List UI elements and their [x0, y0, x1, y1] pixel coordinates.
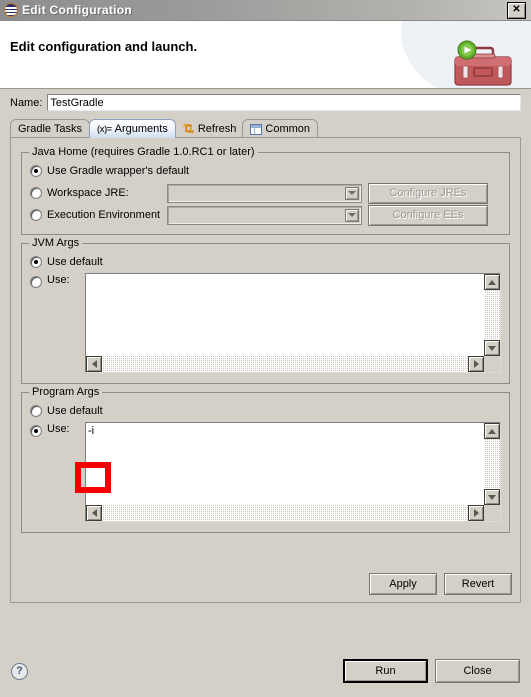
jvm-args-value [88, 275, 482, 354]
arguments-tab-panel: Java Home (requires Gradle 1.0.RC1 or la… [10, 137, 521, 603]
window-title: Edit Configuration [22, 3, 133, 17]
panel-button-row: Apply Revert [369, 573, 512, 595]
scrollbar-corner [484, 505, 500, 521]
workspace-jre-combo[interactable] [167, 183, 362, 203]
program-args-legend: Program Args [29, 386, 103, 398]
tab-label: Common [265, 123, 311, 135]
radio-use-gradle-wrapper-default[interactable] [30, 165, 42, 177]
radio-label: Execution Environment [47, 209, 161, 221]
dialog-button-bar: ? Run Close [0, 645, 531, 697]
arguments-icon: (x)= [97, 124, 112, 134]
chevron-down-icon [345, 208, 359, 222]
chevron-down-icon [345, 186, 359, 200]
program-args-group: Program Args Use default Use: -i [21, 386, 510, 533]
configure-ees-button[interactable]: Configure EEs [368, 204, 488, 226]
tab-refresh[interactable]: Refresh [175, 119, 244, 138]
toolbox-run-icon [445, 39, 519, 88]
radio-label: Use: [47, 423, 70, 435]
radio-jvm-args-use-default[interactable] [30, 256, 42, 268]
tab-common[interactable]: Common [242, 119, 319, 138]
scroll-up-icon[interactable] [484, 423, 500, 439]
apply-button[interactable]: Apply [369, 573, 437, 595]
java-home-option-wrapper-workspace-jre[interactable]: Workspace JRE: Configure JREs [30, 182, 501, 204]
close-icon[interactable]: ✕ [507, 1, 526, 19]
revert-button[interactable]: Revert [444, 573, 512, 595]
tab-gradle-tasks[interactable]: Gradle Tasks [10, 119, 90, 138]
scroll-down-icon[interactable] [484, 489, 500, 505]
run-button[interactable]: Run [343, 659, 428, 683]
program-args-value: -i [88, 425, 95, 437]
scroll-right-icon[interactable] [468, 505, 484, 521]
name-label: Name: [10, 96, 43, 109]
refresh-icon [182, 122, 195, 135]
jvm-args-legend: JVM Args [29, 237, 83, 249]
program-args-use-default-row[interactable]: Use default [30, 402, 501, 420]
radio-jvm-args-use[interactable] [30, 276, 42, 288]
scrollbar-corner [484, 356, 500, 372]
scroll-right-icon[interactable] [468, 356, 484, 372]
jvm-args-use-row: Use: [30, 273, 501, 373]
program-args-textarea[interactable]: -i [85, 422, 501, 522]
tab-strip: Gradle Tasks (x)= Arguments Refresh Comm… [10, 118, 521, 138]
program-args-use-row: Use: -i [30, 422, 501, 522]
page-title: Edit configuration and launch. [10, 39, 198, 54]
name-input[interactable] [47, 94, 521, 111]
scroll-up-icon[interactable] [484, 274, 500, 290]
java-home-option-wrapper-default[interactable]: Use Gradle wrapper's default [30, 162, 501, 180]
window-titlebar: Edit Configuration ✕ [0, 0, 531, 21]
radio-execution-environment[interactable] [30, 209, 42, 221]
common-icon [250, 123, 263, 135]
jvm-args-use-default-row[interactable]: Use default [30, 253, 501, 271]
execution-environment-combo[interactable] [167, 205, 362, 225]
horizontal-scrollbar-track[interactable] [86, 356, 484, 372]
eclipse-circle-icon [4, 3, 18, 17]
scroll-left-icon[interactable] [86, 505, 102, 521]
radio-program-args-use[interactable] [30, 425, 42, 437]
radio-label: Use default [47, 405, 103, 417]
scroll-left-icon[interactable] [86, 356, 102, 372]
java-home-group: Java Home (requires Gradle 1.0.RC1 or la… [21, 146, 510, 235]
tab-label: Gradle Tasks [18, 123, 82, 135]
radio-label: Use: [47, 274, 70, 286]
scroll-down-icon[interactable] [484, 340, 500, 356]
configure-jres-button[interactable]: Configure JREs [368, 182, 488, 204]
close-button[interactable]: Close [435, 659, 520, 683]
tab-label: Arguments [114, 123, 168, 135]
help-icon[interactable]: ? [11, 662, 28, 680]
java-home-legend: Java Home (requires Gradle 1.0.RC1 or la… [29, 146, 258, 158]
radio-label: Use Gradle wrapper's default [47, 165, 190, 177]
radio-program-args-use-default[interactable] [30, 405, 42, 417]
jvm-args-textarea[interactable] [85, 273, 501, 373]
radio-workspace-jre[interactable] [30, 187, 42, 199]
tab-arguments[interactable]: (x)= Arguments [89, 119, 176, 138]
name-row: Name: [0, 90, 531, 111]
java-home-option-wrapper-execution-env[interactable]: Execution Environment Configure EEs [30, 204, 501, 226]
radio-label: Workspace JRE: [47, 187, 129, 199]
radio-label: Use default [47, 256, 103, 268]
jvm-args-group: JVM Args Use default Use: [21, 237, 510, 384]
horizontal-scrollbar-track[interactable] [86, 505, 484, 521]
dialog-header: Edit configuration and launch. [0, 21, 531, 89]
dialog-content: Name: Gradle Tasks (x)= Arguments Refres… [0, 90, 531, 645]
tab-label: Refresh [197, 122, 237, 135]
